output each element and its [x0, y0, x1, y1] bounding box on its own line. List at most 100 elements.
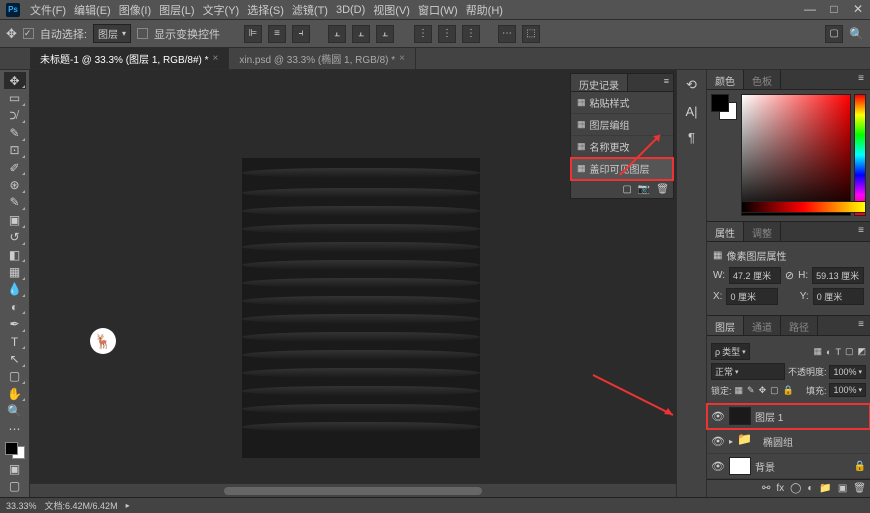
layer-item[interactable]: 👁 ▸ 📁 椭圆组	[707, 429, 870, 454]
properties-tab[interactable]: 属性	[707, 222, 744, 241]
group-icon[interactable]: 📁	[819, 483, 831, 494]
mask-icon[interactable]: ◯	[790, 483, 801, 494]
distribute-icon[interactable]: ⋮	[462, 25, 480, 43]
blur-tool[interactable]: 💧	[4, 281, 26, 298]
align-icon[interactable]: ≡	[268, 25, 286, 43]
close-icon[interactable]: ×	[399, 53, 405, 64]
create-doc-icon[interactable]: ▢	[622, 184, 631, 195]
zoom-tool[interactable]: 🔍	[4, 402, 26, 419]
horizontal-scrollbar[interactable]	[30, 483, 676, 497]
menu-type[interactable]: 文字(Y)	[199, 2, 244, 18]
history-tab[interactable]: 历史记录	[571, 74, 628, 91]
new-layer-icon[interactable]: ▣	[838, 483, 847, 494]
close-icon[interactable]: ×	[213, 53, 219, 64]
minimize-button[interactable]: —	[802, 2, 818, 16]
paths-tab[interactable]: 路径	[781, 316, 818, 335]
marquee-tool[interactable]: ▭	[4, 89, 26, 106]
filter-icon[interactable]: ◩	[857, 346, 866, 357]
fill-field[interactable]: 100%	[829, 383, 866, 397]
doc-info[interactable]: 文档:6.42M/6.42M	[45, 499, 118, 512]
quickmask-toggle[interactable]: ▣	[4, 460, 26, 477]
history-dock-icon[interactable]: ⟲	[683, 76, 701, 94]
eyedropper-tool[interactable]: ✐	[4, 159, 26, 176]
crop-tool[interactable]: ⊡	[4, 142, 26, 159]
type-tool[interactable]: T	[4, 333, 26, 350]
menu-image[interactable]: 图像(I)	[115, 2, 155, 18]
healing-tool[interactable]: ⊛	[4, 176, 26, 193]
height-field[interactable]: 59.13 厘米	[812, 267, 864, 284]
swatches-tab[interactable]: 色板	[744, 70, 781, 89]
eraser-tool[interactable]: ◧	[4, 246, 26, 263]
foreground-background-color[interactable]	[4, 441, 26, 460]
para-dock-icon[interactable]: ¶	[683, 128, 701, 146]
menu-3d[interactable]: 3D(D)	[332, 4, 369, 16]
hand-tool[interactable]: ✋	[4, 385, 26, 402]
color-field[interactable]	[741, 94, 851, 216]
history-item[interactable]: ▦ 名称更改	[571, 136, 673, 158]
layer-item[interactable]: 👁 背景 🔒	[707, 454, 870, 479]
lock-move-icon[interactable]: ✥	[759, 385, 767, 396]
x-field[interactable]: 0 厘米	[726, 288, 777, 305]
align-icon[interactable]: ⊫	[244, 25, 262, 43]
width-field[interactable]: 47.2 厘米	[729, 267, 781, 284]
visibility-icon[interactable]: 👁	[711, 460, 725, 473]
close-button[interactable]: ✕	[850, 2, 866, 16]
visibility-icon[interactable]: 👁	[711, 435, 725, 448]
filter-icon[interactable]: T	[835, 347, 841, 357]
history-brush-tool[interactable]: ↺	[4, 229, 26, 246]
document-tab[interactable]: xin.psd @ 33.3% (椭圆 1, RGB/8) * ×	[229, 48, 416, 69]
menu-window[interactable]: 窗口(W)	[414, 2, 462, 18]
chevron-icon[interactable]: ▸	[126, 501, 130, 510]
autoselect-type-dropdown[interactable]: 图层	[93, 24, 131, 43]
document-tab[interactable]: 未标题-1 @ 33.3% (图层 1, RGB/8#) * ×	[30, 48, 229, 69]
3d-mode-icon[interactable]: ⬚	[522, 25, 540, 43]
gradient-strip[interactable]	[741, 201, 866, 213]
pen-tool[interactable]: ✒	[4, 315, 26, 332]
filter-kind-dropdown[interactable]: ρ 类型	[711, 343, 750, 360]
search-icon[interactable]: 🔍	[849, 27, 864, 41]
move-tool[interactable]: ✥	[4, 72, 26, 89]
align-icon[interactable]: ⫠	[328, 25, 346, 43]
char-dock-icon[interactable]: A|	[683, 102, 701, 120]
gradient-tool[interactable]: ▦	[4, 263, 26, 280]
lock-artboard-icon[interactable]: ▢	[770, 385, 779, 396]
visibility-icon[interactable]: 👁	[711, 410, 725, 423]
layer-item[interactable]: 👁 图层 1	[707, 404, 870, 429]
blend-mode-dropdown[interactable]: 正常	[711, 363, 785, 380]
panel-menu-icon[interactable]: ≡	[852, 70, 870, 89]
stamp-tool[interactable]: ▣	[4, 211, 26, 228]
filter-icon[interactable]: ◐	[826, 347, 831, 357]
opacity-field[interactable]: 100%	[829, 365, 866, 379]
layers-tab[interactable]: 图层	[707, 316, 744, 335]
panel-menu-icon[interactable]: ≡	[660, 74, 673, 91]
menu-edit[interactable]: 编辑(E)	[70, 2, 115, 18]
panel-menu-icon[interactable]: ≡	[852, 222, 870, 241]
y-field[interactable]: 0 厘米	[813, 288, 864, 305]
menu-filter[interactable]: 滤镜(T)	[288, 2, 332, 18]
color-tab[interactable]: 颜色	[707, 70, 744, 89]
link-layers-icon[interactable]: ⚯	[762, 483, 770, 494]
adjustment-icon[interactable]: ◐	[807, 483, 813, 494]
menu-select[interactable]: 选择(S)	[243, 2, 288, 18]
channels-tab[interactable]: 通道	[744, 316, 781, 335]
distribute-icon[interactable]: ⋮	[438, 25, 456, 43]
history-item[interactable]: ▦ 粘贴样式	[571, 92, 673, 114]
distribute-icon[interactable]: ⋯	[498, 25, 516, 43]
filter-icon[interactable]: ▦	[814, 346, 823, 357]
shape-tool[interactable]: ▢	[4, 368, 26, 385]
path-select-tool[interactable]: ↖	[4, 350, 26, 367]
lasso-tool[interactable]: ⟉	[4, 107, 26, 124]
menu-view[interactable]: 视图(V)	[369, 2, 414, 18]
panel-menu-icon[interactable]: ≡	[852, 316, 870, 335]
maximize-button[interactable]: □	[826, 2, 842, 16]
align-icon[interactable]: ⫠	[376, 25, 394, 43]
align-icon[interactable]: ⫠	[352, 25, 370, 43]
menu-help[interactable]: 帮助(H)	[462, 2, 507, 18]
autoselect-checkbox[interactable]	[23, 28, 34, 39]
align-icon[interactable]: ⫞	[292, 25, 310, 43]
fx-icon[interactable]: fx	[776, 483, 784, 494]
adjustments-tab[interactable]: 调整	[744, 222, 781, 241]
delete-icon[interactable]: 🗑	[853, 483, 866, 494]
foreground-swatch[interactable]	[711, 94, 729, 112]
brush-tool[interactable]: ✎	[4, 194, 26, 211]
